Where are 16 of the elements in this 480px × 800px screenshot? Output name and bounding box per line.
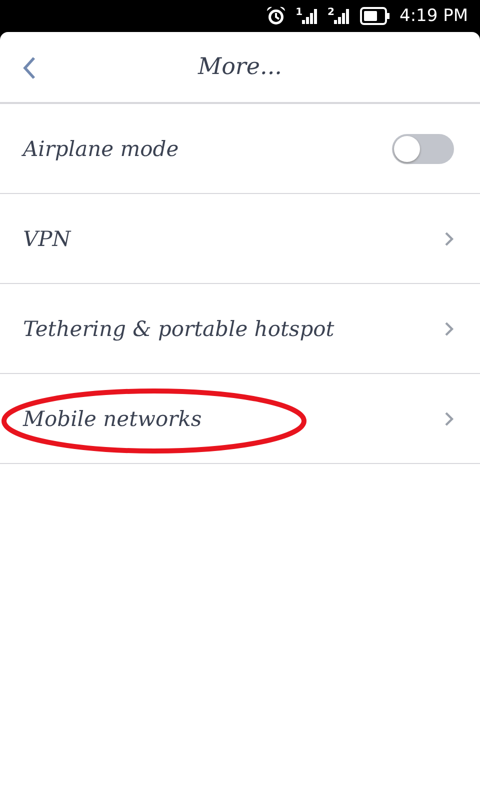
battery-icon: [360, 7, 390, 25]
setting-label[interactable]: Airplane mode: [23, 136, 179, 160]
chevron-right-icon: [444, 410, 454, 426]
setting-label[interactable]: Mobile networks: [23, 406, 202, 430]
chevron-right-icon: [444, 320, 454, 336]
alarm-clock-icon: [266, 6, 286, 26]
clock-time: 4:19 PM: [400, 6, 468, 26]
setting-label[interactable]: Tethering & portable hotspot: [23, 316, 334, 340]
sim-number: 1: [296, 8, 303, 18]
signal-icon: [334, 8, 350, 24]
page-title: More...: [198, 54, 282, 80]
sim-number: 2: [328, 8, 334, 18]
airplane-mode-toggle[interactable]: [392, 134, 454, 164]
setting-label[interactable]: VPN: [23, 226, 71, 250]
signal-icon: [302, 8, 318, 24]
chevron-right-icon: [444, 230, 454, 246]
